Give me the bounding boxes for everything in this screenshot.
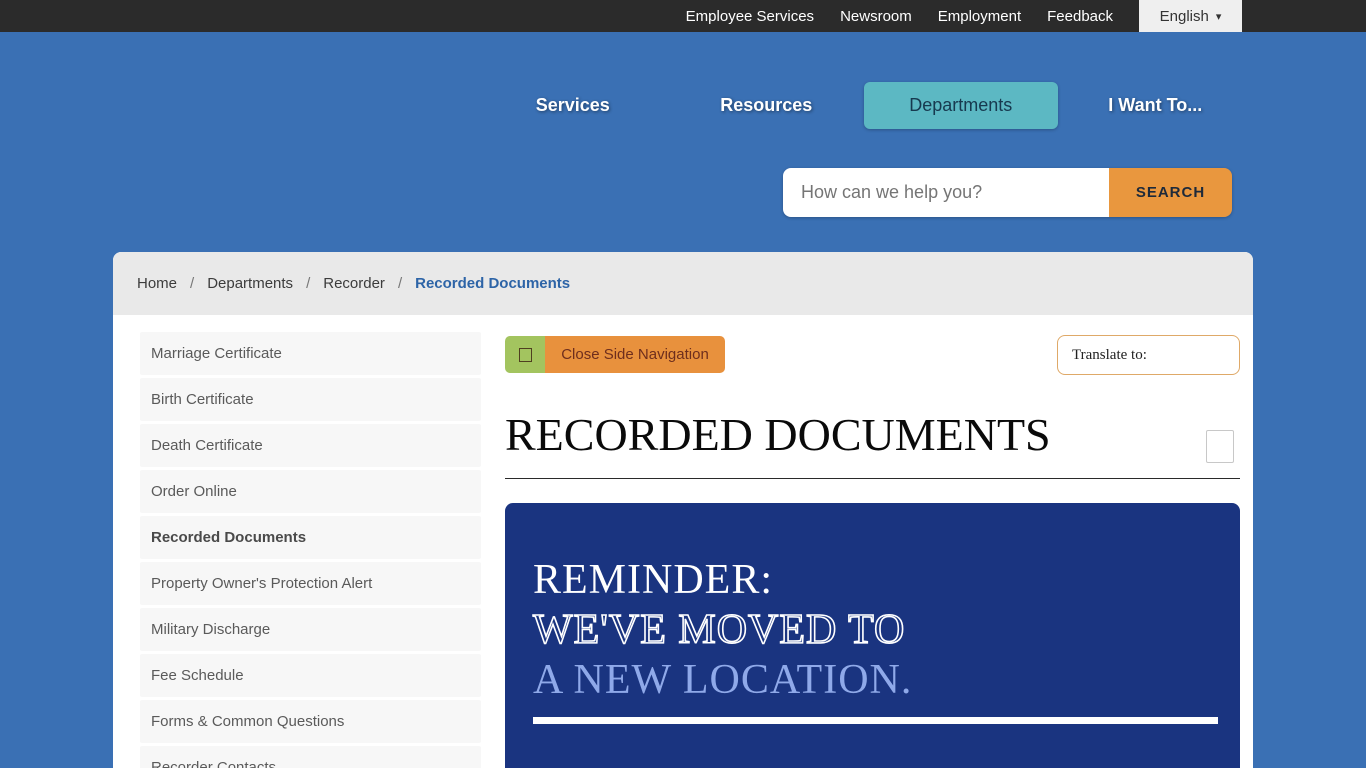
sidebar-item-recorded-documents[interactable]: Recorded Documents <box>140 516 481 559</box>
language-label: English <box>1160 8 1209 25</box>
language-selector[interactable]: English ▾ <box>1139 0 1242 32</box>
breadcrumb-home[interactable]: Home <box>137 275 177 292</box>
main-navigation: Services Resources Departments I Want To… <box>476 82 1252 129</box>
nav-item-services[interactable]: Services <box>476 82 670 129</box>
close-side-navigation-button[interactable]: Close Side Navigation <box>505 336 725 373</box>
sidebar-item-death-certificate[interactable]: Death Certificate <box>140 424 481 467</box>
translate-widget[interactable]: Translate to: <box>1057 335 1240 375</box>
breadcrumb-separator: / <box>398 275 402 292</box>
banner-line-new-location: A NEW LOCATION. <box>533 655 1240 705</box>
sidebar-item-birth-certificate[interactable]: Birth Certificate <box>140 378 481 421</box>
search-button[interactable]: SEARCH <box>1109 168 1232 217</box>
banner-line-weve-moved: WE'VE MOVED TO <box>533 605 1240 655</box>
caret-down-icon: ▾ <box>1216 10 1222 23</box>
nav-item-resources[interactable]: Resources <box>670 82 864 129</box>
breadcrumb-departments[interactable]: Departments <box>207 275 293 292</box>
topbar-link-feedback[interactable]: Feedback <box>1047 8 1113 25</box>
sidebar-item-order-online[interactable]: Order Online <box>140 470 481 513</box>
breadcrumb-recorder[interactable]: Recorder <box>323 275 385 292</box>
topbar-link-employment[interactable]: Employment <box>938 8 1021 25</box>
nav-item-departments[interactable]: Departments <box>864 82 1058 129</box>
search-input[interactable] <box>783 168 1109 217</box>
page-title: RECORDED DOCUMENTS <box>505 408 1051 461</box>
nav-item-i-want-to[interactable]: I Want To... <box>1059 82 1253 129</box>
sidebar-item-marriage-certificate[interactable]: Marriage Certificate <box>140 332 481 375</box>
title-divider <box>505 478 1240 479</box>
sidebar-item-property-owners-protection-alert[interactable]: Property Owner's Protection Alert <box>140 562 481 605</box>
image-placeholder-icon <box>1206 430 1234 463</box>
translate-label: Translate to: <box>1072 347 1147 364</box>
breadcrumb-separator: / <box>190 275 194 292</box>
sidebar-item-forms-common-questions[interactable]: Forms & Common Questions <box>140 700 481 743</box>
side-navigation: Marriage Certificate Birth Certificate D… <box>140 332 481 768</box>
site-search: SEARCH <box>783 168 1232 217</box>
checkbox-icon <box>519 348 532 362</box>
reminder-banner: REMINDER: WE'VE MOVED TO A NEW LOCATION. <box>505 503 1240 768</box>
breadcrumb-separator: / <box>306 275 310 292</box>
sidebar-item-fee-schedule[interactable]: Fee Schedule <box>140 654 481 697</box>
main-content: Close Side Navigation Translate to: RECO… <box>505 252 1240 768</box>
close-nav-label: Close Side Navigation <box>545 336 725 373</box>
topbar-link-employee-services[interactable]: Employee Services <box>686 8 814 25</box>
sidebar-item-recorder-contacts[interactable]: Recorder Contacts <box>140 746 481 768</box>
close-nav-icon-segment <box>505 336 545 373</box>
topbar-link-newsroom[interactable]: Newsroom <box>840 8 912 25</box>
banner-divider <box>533 717 1218 724</box>
utility-topbar: Employee Services Newsroom Employment Fe… <box>0 0 1366 32</box>
banner-line-reminder: REMINDER: <box>533 555 1240 605</box>
content-card: Home / Departments / Recorder / Recorded… <box>113 252 1253 768</box>
sidebar-item-military-discharge[interactable]: Military Discharge <box>140 608 481 651</box>
